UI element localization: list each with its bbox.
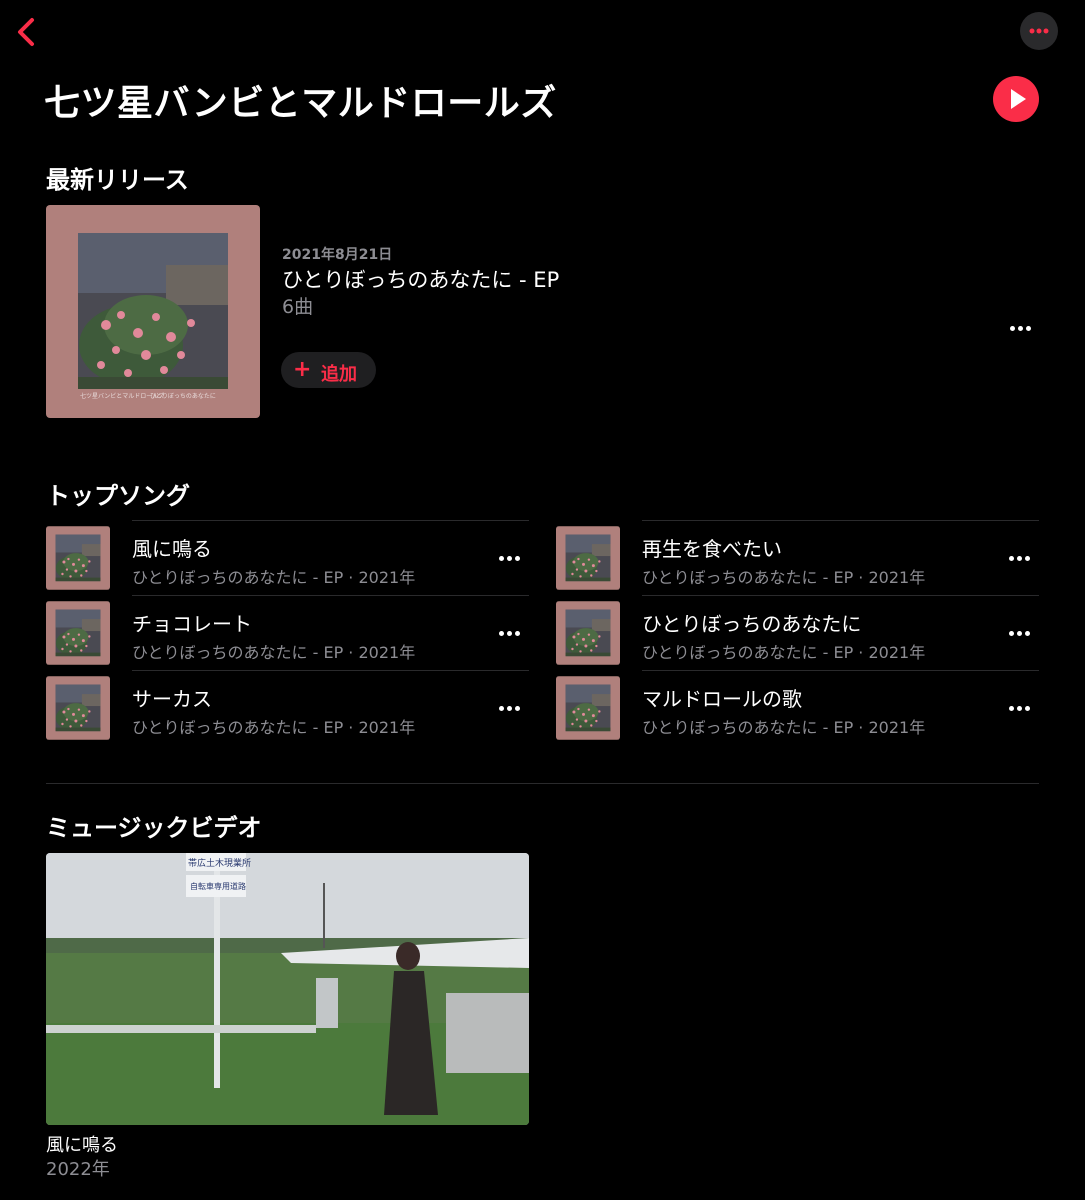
art-caption-right: ひとりぼっちのあなたに <box>150 393 216 400</box>
release-title[interactable]: ひとりぼっちのあなたに - EP <box>282 264 559 294</box>
row-divider <box>642 520 1039 521</box>
song-artwork[interactable] <box>46 526 110 590</box>
ellipsis-icon <box>499 706 504 711</box>
album-cover-image <box>46 205 260 418</box>
song-title[interactable]: サーカス <box>132 683 212 712</box>
song-subtitle: ひとりぼっちのあなたに - EP · 2021年 <box>642 718 926 737</box>
row-divider <box>642 595 1039 596</box>
song-more-button[interactable] <box>1005 548 1035 568</box>
row-divider <box>132 520 529 521</box>
song-subtitle: ひとりぼっちのあなたに - EP · 2021年 <box>642 643 926 662</box>
add-button-label: 追加 <box>321 364 357 385</box>
sign-text-top: 帯広土木現業所 <box>188 859 252 869</box>
ellipsis-icon <box>1029 28 1049 34</box>
play-icon <box>1011 89 1026 109</box>
song-more-button[interactable] <box>1005 623 1035 643</box>
song-title[interactable]: チョコレート <box>132 608 252 637</box>
ellipsis-icon <box>499 556 504 561</box>
album-cover-image <box>46 676 110 740</box>
release-more-button[interactable] <box>1006 318 1036 338</box>
video-title[interactable]: 風に鳴る <box>46 1131 118 1157</box>
song-artwork[interactable] <box>556 526 620 590</box>
song-subtitle: ひとりぼっちのあなたに - EP · 2021年 <box>132 718 416 737</box>
album-cover-image <box>556 601 620 665</box>
release-artwork[interactable]: 七ツ星バンビとマルドロールズ ひとりぼっちのあなたに <box>46 205 260 418</box>
song-artwork[interactable] <box>556 601 620 665</box>
song-title[interactable]: ひとりぼっちのあなたに <box>642 608 861 637</box>
video-year: 2022年 <box>46 1159 110 1180</box>
album-cover-image <box>556 676 620 740</box>
ellipsis-icon <box>1010 326 1015 331</box>
album-cover-image <box>46 601 110 665</box>
ellipsis-icon <box>1009 631 1014 636</box>
more-options-button[interactable] <box>1020 12 1058 50</box>
song-subtitle: ひとりぼっちのあなたに - EP · 2021年 <box>132 643 416 662</box>
top-songs-heading: トップソング <box>46 482 190 510</box>
song-more-button[interactable] <box>495 548 525 568</box>
song-title[interactable]: 再生を食べたい <box>642 533 782 562</box>
row-divider <box>642 670 1039 671</box>
song-subtitle: ひとりぼっちのあなたに - EP · 2021年 <box>642 568 926 587</box>
release-track-count: 6曲 <box>282 296 314 318</box>
song-more-button[interactable] <box>495 698 525 718</box>
song-artwork[interactable] <box>46 601 110 665</box>
song-title[interactable]: マルドロールの歌 <box>642 683 802 712</box>
music-videos-heading: ミュージックビデオ <box>46 814 262 842</box>
song-more-button[interactable] <box>495 623 525 643</box>
video-still-image <box>46 853 529 1125</box>
song-subtitle: ひとりぼっちのあなたに - EP · 2021年 <box>132 568 416 587</box>
sign-text-bottom: 自転車専用道路 <box>190 882 246 891</box>
ellipsis-icon <box>1009 556 1014 561</box>
song-artwork[interactable] <box>556 676 620 740</box>
album-cover-image <box>556 526 620 590</box>
ellipsis-icon <box>499 631 504 636</box>
video-thumbnail[interactable]: 帯広土木現業所 自転車専用道路 <box>46 853 529 1125</box>
artist-name: 七ツ星バンビとマルドロールズ <box>44 83 557 124</box>
album-cover-image <box>46 526 110 590</box>
song-artwork[interactable] <box>46 676 110 740</box>
chevron-left-icon <box>18 18 34 46</box>
row-divider <box>132 670 529 671</box>
song-more-button[interactable] <box>1005 698 1035 718</box>
back-button[interactable] <box>12 14 42 50</box>
row-divider <box>132 595 529 596</box>
latest-release-heading: 最新リリース <box>46 166 189 194</box>
plus-icon: + <box>293 357 312 382</box>
section-divider <box>46 783 1039 784</box>
release-date: 2021年8月21日 <box>282 247 393 263</box>
play-button[interactable] <box>993 76 1039 122</box>
song-title[interactable]: 風に鳴る <box>132 533 212 562</box>
add-button[interactable]: + 追加 <box>281 352 376 388</box>
ellipsis-icon <box>1009 706 1014 711</box>
